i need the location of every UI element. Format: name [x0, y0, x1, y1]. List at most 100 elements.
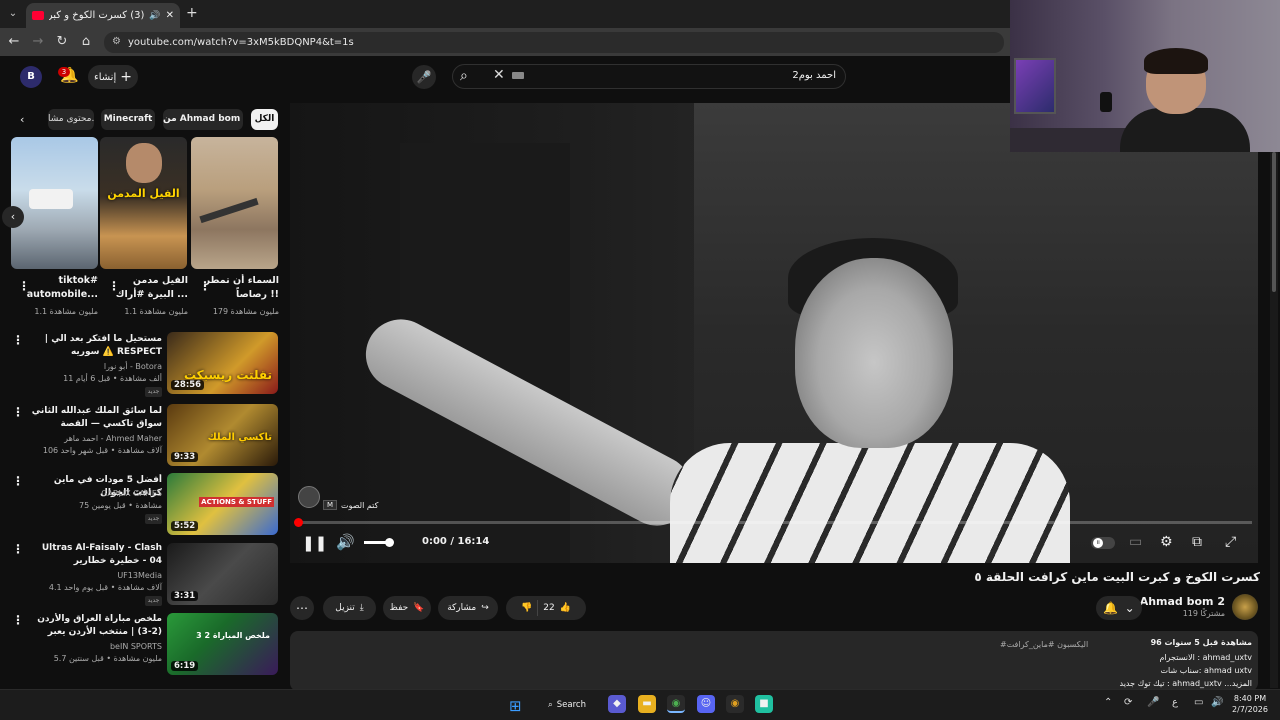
volume-icon[interactable]: 🔊 — [336, 533, 355, 551]
short-thumbnail[interactable]: الفيل المدمن — [100, 137, 187, 269]
recommendation-title[interactable]: لما سائق الملك عبدالله الثاني سواق تاكسي… — [30, 405, 162, 431]
recommendation-more-icon[interactable]: ⋮ — [12, 613, 24, 627]
game-app-icon[interactable]: ■ — [755, 695, 773, 713]
recommendation-thumbnail[interactable]: تاكسي الملك 9:33 — [167, 404, 278, 466]
network-icon[interactable]: ▭ — [1194, 697, 1203, 708]
back-icon[interactable]: ← — [6, 34, 22, 49]
scrollbar-thumb[interactable] — [1272, 152, 1276, 292]
download-button[interactable]: تنزيل ⤓ — [323, 596, 376, 620]
recommendation-title[interactable]: مستحيل ما افتكر بعد الي | RESPECT ⚠️ سور… — [30, 333, 162, 359]
search-input[interactable]: احمد بوم2 — [560, 70, 836, 81]
mic-tray-icon[interactable]: 🎤 — [1147, 697, 1159, 708]
video-player[interactable] — [290, 103, 1258, 563]
recommendation-more-icon[interactable]: ⋮ — [12, 474, 24, 488]
settings-gear-icon[interactable]: ⚙ — [1160, 534, 1173, 550]
thumbs-down-icon[interactable]: 👎 — [521, 603, 532, 613]
address-bar[interactable]: ⚙ youtube.com/watch?v=3xM5kBDQNP4&t=1s — [104, 32, 1004, 53]
taskbar-clock[interactable]: 8:40 PM 2/7/2026 — [1228, 693, 1272, 715]
recommendation-more-icon[interactable]: ⋮ — [12, 405, 24, 419]
search-icon[interactable]: ⌕ — [460, 68, 468, 84]
chip-all[interactable]: الكل — [251, 109, 278, 130]
recommendation-thumbnail[interactable]: ACTIONS & STUFF 5:52 — [167, 473, 278, 535]
tab-close-icon[interactable]: ✕ — [166, 10, 174, 21]
clear-search-icon[interactable]: ✕ — [493, 67, 505, 83]
time-display: 0:00 / 16:14 — [422, 536, 490, 547]
webcam-overlay — [1010, 0, 1280, 152]
recommendation-channel[interactable]: احمد ماهر - Ahmed Maher — [30, 433, 162, 445]
recommendation-channel[interactable]: GARLIX GAMES — [30, 488, 162, 500]
progress-scrubber[interactable] — [294, 518, 303, 527]
recommendation-thumbnail[interactable]: تقلتت ريسبكت 28:56 — [167, 332, 278, 394]
discord-app-icon[interactable]: ☺ — [697, 695, 715, 713]
reload-icon[interactable]: ↻ — [54, 34, 70, 49]
language-indicator[interactable]: ع — [1172, 697, 1178, 708]
share-button[interactable]: مشاركة ↪ — [438, 596, 498, 620]
file-explorer-icon[interactable]: ▬ — [638, 695, 656, 713]
speaker-icon[interactable]: 🔊 — [1211, 697, 1223, 708]
new-tab-icon[interactable]: + — [186, 5, 198, 21]
chips-prev-chevron-icon[interactable]: ‹ — [20, 113, 24, 126]
recommendation-channel[interactable]: beIN SPORTS — [30, 641, 162, 653]
chip-from-channel[interactable]: من Ahmad bom 2 — [163, 109, 243, 130]
thumbs-up-icon[interactable]: 👍 — [560, 603, 571, 613]
description-line: الانستجرام : ahmad_uxtv — [1159, 653, 1252, 662]
shorts-prev-chevron-icon[interactable]: ‹ — [2, 206, 24, 228]
short-title[interactable]: الفيل مدمن البيرة #أراك ... — [112, 274, 188, 302]
description-line[interactable]: تيك توك جديد : ahmad_uxtv ...المزيد — [1000, 679, 1253, 688]
recommendation-thumbnail[interactable]: 3:31 — [167, 543, 278, 605]
recommendation-channel[interactable]: UF13Media — [30, 570, 162, 582]
short-more-icon[interactable]: ⋮ — [108, 279, 120, 293]
chip-minecraft[interactable]: Minecraft — [101, 109, 155, 130]
progress-bar[interactable] — [298, 521, 1252, 524]
short-more-icon[interactable]: ⋮ — [199, 279, 211, 293]
copilot-app-icon[interactable]: ◆ — [608, 695, 626, 713]
site-info-icon[interactable]: ⚙ — [112, 36, 121, 47]
recommendation-more-icon[interactable]: ⋮ — [12, 542, 24, 556]
keyboard-icon[interactable] — [512, 72, 524, 79]
taskbar-search[interactable]: ⌕ Search — [540, 695, 596, 715]
recommendation-meta: 11 ألف مشاهدة • قبل 6 أيام — [63, 374, 162, 383]
miniplayer-icon[interactable]: ⧉ — [1192, 534, 1202, 550]
download-icon: ⤓ — [359, 603, 364, 613]
chrome-app-icon[interactable]: ◉ — [667, 695, 685, 713]
short-title[interactable]: tiktok# automobile... — [22, 274, 98, 302]
autoplay-toggle[interactable]: ॥ — [1091, 537, 1115, 549]
short-thumbnail[interactable] — [11, 137, 98, 269]
tray-expand-icon[interactable]: ⌃ — [1104, 697, 1112, 708]
mute-tooltip: M كتم الصوت — [323, 500, 378, 510]
mute-shortcut-key: M — [323, 500, 338, 510]
windows-start-icon[interactable]: ⊞ — [509, 697, 522, 715]
recommendation-more-icon[interactable]: ⋮ — [12, 333, 24, 347]
channel-avatar[interactable] — [1232, 594, 1258, 620]
voice-search-mic-icon[interactable]: 🎤 — [412, 65, 436, 89]
chrome-profile-app-icon[interactable]: ◉ — [726, 695, 744, 713]
browser-tab[interactable]: (3) كسرت الكوخ و كبرت البيت 🔊 ✕ — [26, 3, 180, 28]
more-actions-icon[interactable]: ⋯ — [290, 596, 314, 620]
recommendation-channel[interactable]: أبو نورا - Botora — [30, 361, 162, 373]
short-thumbnail[interactable] — [191, 137, 278, 269]
share-label: مشاركة — [447, 603, 477, 613]
tab-list-button[interactable]: ⌄ — [5, 6, 21, 22]
subscribed-button[interactable]: 🔔 ⌄ — [1096, 596, 1142, 620]
volume-knob[interactable] — [385, 538, 394, 547]
short-more-icon[interactable]: ⋮ — [18, 279, 30, 293]
recommendation-title[interactable]: Ultras Al-Faisaly - Clash 04 - خطيرة خطا… — [30, 542, 162, 568]
short-title[interactable]: السماء أن تمطر رصاصاً !! — [203, 274, 279, 302]
create-button[interactable]: إنشاء + — [88, 65, 138, 89]
account-avatar[interactable]: B — [20, 66, 42, 88]
pause-icon[interactable]: ❚❚ — [302, 534, 327, 552]
recommendation-title[interactable]: ملخص مباراة العراق والأردن (2-3) | منتخب… — [30, 613, 162, 639]
subtitles-icon[interactable]: ▭ — [1129, 534, 1142, 550]
save-button[interactable]: حفظ 🔖 — [383, 596, 431, 620]
video-duration: 6:19 — [171, 661, 199, 671]
tab-audio-icon[interactable]: 🔊 — [149, 11, 160, 21]
fullscreen-icon[interactable]: ⤢ — [1225, 534, 1236, 550]
like-dislike-group[interactable]: 👎 22 👍 — [506, 596, 586, 620]
chip-related-content[interactable]: محتوى مشا... — [48, 109, 94, 130]
channel-watermark[interactable] — [298, 486, 320, 508]
description-tags[interactable]: #اليكسبون #ماين_كرافت — [1000, 640, 1140, 649]
recommendation-thumbnail[interactable]: ملخص المباراة 2 3 6:19 — [167, 613, 278, 675]
home-icon[interactable]: ⌂ — [78, 34, 94, 49]
sync-icon[interactable]: ⟳ — [1124, 697, 1132, 708]
forward-icon[interactable]: → — [30, 34, 46, 49]
